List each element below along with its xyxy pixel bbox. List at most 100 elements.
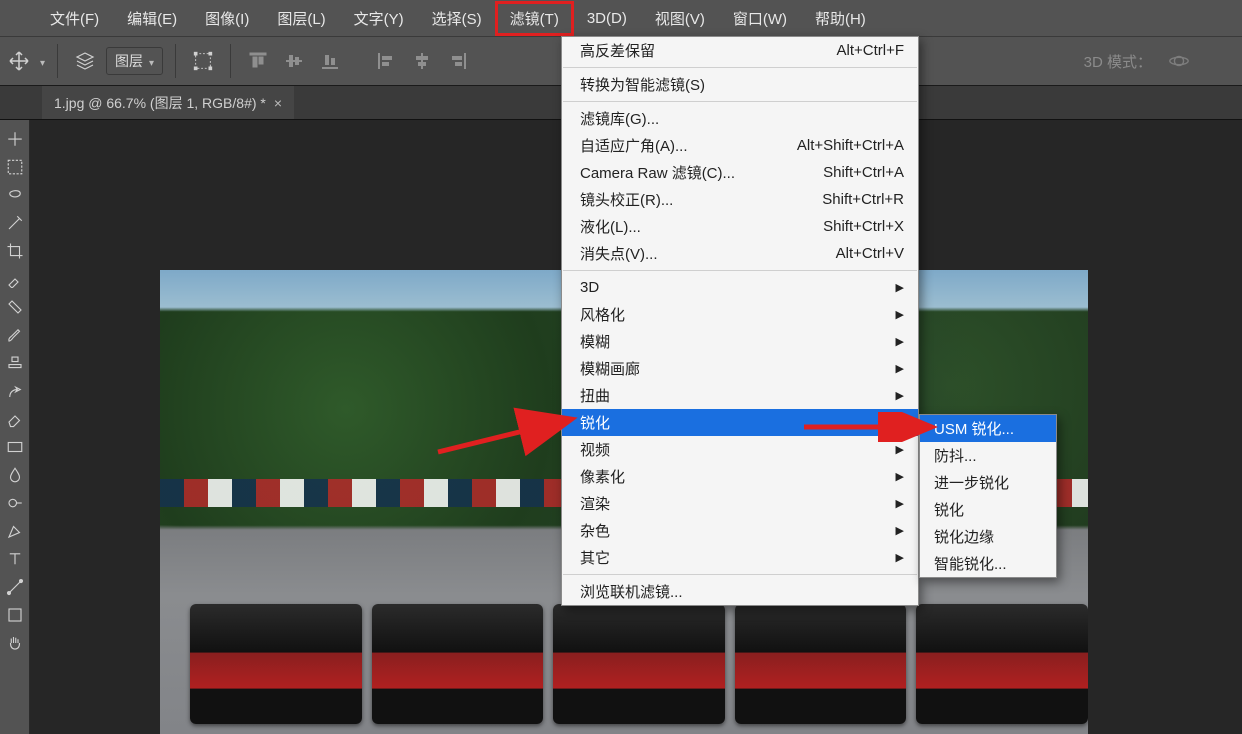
shape-tool[interactable] bbox=[4, 604, 26, 626]
heal-tool[interactable] bbox=[4, 296, 26, 318]
filter-menu-item[interactable]: 视频 ▶ bbox=[562, 436, 918, 463]
menu-window[interactable]: 窗口(W) bbox=[719, 2, 801, 35]
align-bottom-icon[interactable] bbox=[315, 46, 345, 76]
menu-item-label: 渲染 bbox=[580, 493, 610, 514]
eyedropper-tool[interactable] bbox=[4, 268, 26, 290]
auto-select-layer-dropdown[interactable]: 图层 bbox=[106, 47, 163, 75]
history-brush-tool[interactable] bbox=[4, 380, 26, 402]
hand-tool[interactable] bbox=[4, 632, 26, 654]
sharpen-submenu-item[interactable]: 智能锐化... bbox=[920, 550, 1056, 577]
menu-separator bbox=[563, 574, 917, 575]
menu-item-shortcut: Shift+Ctrl+X bbox=[823, 218, 904, 235]
path-tool[interactable] bbox=[4, 576, 26, 598]
filter-menu-item[interactable]: 3D ▶ bbox=[562, 274, 918, 301]
filter-menu-item[interactable]: 渲染 ▶ bbox=[562, 490, 918, 517]
brush-tool[interactable] bbox=[4, 324, 26, 346]
eraser-tool[interactable] bbox=[4, 408, 26, 430]
filter-menu-item[interactable]: 自适应广角(A)...Alt+Shift+Ctrl+A bbox=[562, 132, 918, 159]
pen-tool[interactable] bbox=[4, 520, 26, 542]
menu-item-shortcut: Shift+Ctrl+A bbox=[823, 164, 904, 181]
move-tool-icon[interactable] bbox=[4, 46, 34, 76]
menu-file[interactable]: 文件(F) bbox=[36, 2, 113, 35]
menu-item-label: 3D bbox=[580, 279, 599, 296]
filter-menu-item[interactable]: 浏览联机滤镜... bbox=[562, 578, 918, 605]
menu-item-label: 模糊画廊 bbox=[580, 358, 640, 379]
auto-select-icon[interactable] bbox=[70, 46, 100, 76]
submenu-arrow-icon: ▶ bbox=[896, 524, 904, 537]
kart bbox=[190, 604, 362, 724]
filter-menu-item[interactable]: 锐化▶ bbox=[562, 409, 918, 436]
marquee-tool[interactable] bbox=[4, 156, 26, 178]
align-right-icon[interactable] bbox=[443, 46, 473, 76]
filter-menu-item[interactable]: 液化(L)...Shift+Ctrl+X bbox=[562, 213, 918, 240]
menu-filter[interactable]: 滤镜(T) bbox=[496, 2, 573, 35]
dodge-tool[interactable] bbox=[4, 492, 26, 514]
sharpen-submenu-item[interactable]: 锐化 bbox=[920, 496, 1056, 523]
mode-3d-label: 3D 模式： bbox=[1084, 51, 1152, 72]
align-hcenter-icon[interactable] bbox=[407, 46, 437, 76]
filter-menu-item[interactable]: 高反差保留Alt+Ctrl+F bbox=[562, 37, 918, 64]
filter-menu-item[interactable]: 风格化▶ bbox=[562, 301, 918, 328]
menu-edit[interactable]: 编辑(E) bbox=[113, 2, 191, 35]
submenu-arrow-icon: ▶ bbox=[896, 281, 904, 294]
filter-menu-item[interactable]: 消失点(V)...Alt+Ctrl+V bbox=[562, 240, 918, 267]
filter-menu-item[interactable]: 扭曲▶ bbox=[562, 382, 918, 409]
stamp-tool[interactable] bbox=[4, 352, 26, 374]
orbit-3d-icon[interactable] bbox=[1164, 46, 1194, 76]
menu-item-label: 锐化 bbox=[580, 412, 610, 433]
gradient-tool[interactable] bbox=[4, 436, 26, 458]
menu-item-label: 扭曲 bbox=[580, 385, 610, 406]
separator bbox=[230, 44, 231, 78]
menu-3d[interactable]: 3D(D) bbox=[573, 4, 641, 33]
filter-menu-item[interactable]: 转换为智能滤镜(S) bbox=[562, 71, 918, 98]
align-top-icon[interactable] bbox=[243, 46, 273, 76]
menu-help[interactable]: 帮助(H) bbox=[801, 2, 880, 35]
menu-view[interactable]: 视图(V) bbox=[641, 2, 719, 35]
kart bbox=[372, 604, 544, 724]
menu-type[interactable]: 文字(Y) bbox=[340, 2, 418, 35]
menu-item-label: Camera Raw 滤镜(C)... bbox=[580, 162, 735, 183]
menu-item-label: 像素化 bbox=[580, 466, 625, 487]
filter-menu-item[interactable]: 镜头校正(R)... Shift+Ctrl+R bbox=[562, 186, 918, 213]
move-tool[interactable] bbox=[4, 128, 26, 150]
filter-menu-item[interactable]: 模糊▶ bbox=[562, 328, 918, 355]
kart bbox=[553, 604, 725, 724]
filter-menu-item[interactable]: 杂色▶ bbox=[562, 517, 918, 544]
filter-menu-item[interactable]: 滤镜库(G)... bbox=[562, 105, 918, 132]
filter-menu-item[interactable]: 像素化 ▶ bbox=[562, 463, 918, 490]
close-tab-icon[interactable]: × bbox=[274, 95, 282, 111]
submenu-arrow-icon: ▶ bbox=[896, 335, 904, 348]
menu-select[interactable]: 选择(S) bbox=[418, 2, 496, 35]
menu-item-label: 浏览联机滤镜... bbox=[580, 581, 683, 602]
menu-layer[interactable]: 图层(L) bbox=[263, 2, 339, 35]
filter-menu-item[interactable]: 模糊画廊▶ bbox=[562, 355, 918, 382]
menu-item-label: 风格化 bbox=[580, 304, 625, 325]
transform-controls-icon[interactable] bbox=[188, 46, 218, 76]
wand-tool[interactable] bbox=[4, 212, 26, 234]
submenu-arrow-icon: ▶ bbox=[896, 443, 904, 456]
menu-item-label: 高反差保留 bbox=[580, 40, 655, 61]
filter-menu-item[interactable]: Camera Raw 滤镜(C)... Shift+Ctrl+A bbox=[562, 159, 918, 186]
menu-item-label: 镜头校正(R)... bbox=[580, 189, 673, 210]
tool-preset-dropdown-icon[interactable] bbox=[40, 53, 45, 70]
submenu-arrow-icon: ▶ bbox=[896, 470, 904, 483]
menu-item-label: 视频 bbox=[580, 439, 610, 460]
document-tab[interactable]: 1.jpg @ 66.7% (图层 1, RGB/8#) * × bbox=[42, 86, 294, 119]
filter-menu-item[interactable]: 其它▶ bbox=[562, 544, 918, 571]
menu-separator bbox=[563, 67, 917, 68]
sharpen-submenu-item[interactable]: 进一步锐化 bbox=[920, 469, 1056, 496]
sharpen-submenu-item[interactable]: 锐化边缘 bbox=[920, 523, 1056, 550]
menu-image[interactable]: 图像(I) bbox=[191, 2, 263, 35]
align-left-icon[interactable] bbox=[371, 46, 401, 76]
blur-tool[interactable] bbox=[4, 464, 26, 486]
type-tool[interactable] bbox=[4, 548, 26, 570]
submenu-arrow-icon: ▶ bbox=[896, 497, 904, 510]
lasso-tool[interactable] bbox=[4, 184, 26, 206]
menu-item-shortcut: Shift+Ctrl+R bbox=[822, 191, 904, 208]
sharpen-submenu-item[interactable]: 防抖... bbox=[920, 442, 1056, 469]
align-vcenter-icon[interactable] bbox=[279, 46, 309, 76]
kart bbox=[916, 604, 1088, 724]
sharpen-submenu-item[interactable]: USM 锐化... bbox=[920, 415, 1056, 442]
crop-tool[interactable] bbox=[4, 240, 26, 262]
document-tab-title: 1.jpg @ 66.7% (图层 1, RGB/8#) * bbox=[54, 93, 266, 113]
